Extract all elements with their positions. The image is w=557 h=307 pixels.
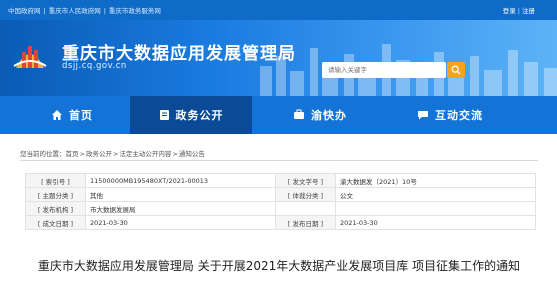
doc-no-value: 渝大数据发〔2021〕10号 [335,173,536,188]
published-date-value: 2021-03-30 [335,215,536,230]
subject-value: 其他 [85,187,276,202]
article-title: 重庆市大数据应用发展管理局 关于开展2021年大数据产业发展项目库 项目征集工作… [37,259,521,273]
main-nav: 首页 政务公开 渝快办 互动交流 [0,96,557,134]
top-link-service[interactable]: 重庆市政务服务网 [109,7,161,15]
genre-label: [ 体裁分类 ] [275,187,336,202]
top-link-separator: | [103,7,106,15]
site-logo-icon[interactable] [12,36,48,72]
created-date-label: [ 成文日期 ] [25,215,86,230]
home-icon [52,110,62,120]
breadcrumb-prefix: 您当前的位置： [20,150,66,158]
header-banner: 重庆市大数据应用发展管理局 dsjj.cq.gov.cn [0,20,557,96]
published-date-label: [ 发布日期 ] [275,215,336,230]
breadcrumb-item-gov-affairs[interactable]: 政务公开 [86,150,112,158]
quick-service-icon [294,109,304,119]
register-link[interactable]: 注册 [522,7,535,15]
nav-item-quick-service[interactable]: 渝快办 [260,96,380,134]
breadcrumb-item-notices[interactable]: 通知公告 [179,150,205,158]
nav-item-home[interactable]: 首页 [22,96,122,134]
document-icon [159,110,169,120]
site-domain: dsjj.cq.gov.cn [62,61,127,71]
issuer-value: 市大数据发展局 [85,201,276,216]
nav-item-label: 首页 [69,109,93,122]
nav-item-label: 渝快办 [311,109,347,122]
genre-value: 公文 [335,187,536,202]
document-meta-table: [ 索引号 ] 11500000MB195480XT/2021-00013 [ … [25,173,536,230]
top-link-gov-cn[interactable]: 中国政府网 [8,7,41,15]
login-link[interactable]: 登录 [503,7,516,15]
doc-no-label: [ 发文字号 ] [275,173,336,188]
nav-item-gov-affairs[interactable]: 政务公开 [130,96,252,134]
issuer-label: [ 发布机构 ] [25,201,86,216]
search-icon [451,65,461,75]
breadcrumb-item-statutory[interactable]: 法定主动公开内容 [119,150,171,158]
index-no-label: [ 索引号 ] [25,173,86,188]
search-button[interactable] [447,62,465,78]
nav-item-label: 互动交流 [435,109,483,122]
breadcrumb-divider [20,160,538,161]
empty-cell [275,201,336,216]
breadcrumb-separator: > [112,150,119,158]
nav-item-interaction[interactable]: 互动交流 [385,96,515,134]
table-row: [ 发布机构 ] 市大数据发展局 [25,201,536,216]
table-row: [ 主题分类 ] 其他 [ 体裁分类 ] 公文 [25,187,536,202]
table-row: [ 成文日期 ] 2021-03-30 [ 发布日期 ] 2021-03-30 [25,215,536,230]
user-links: 登录 | 注册 [503,5,535,15]
breadcrumb-separator: > [79,150,85,158]
top-links: 中国政府网 | 重庆市人民政府网 | 重庆市政务服务网 [8,5,161,15]
subject-label: [ 主题分类 ] [25,187,86,202]
table-row: [ 索引号 ] 11500000MB195480XT/2021-00013 [ … [25,173,536,188]
chat-icon [418,111,428,120]
top-bar: 中国政府网 | 重庆市人民政府网 | 重庆市政务服务网 登录 | 注册 [0,0,557,20]
index-no-value: 11500000MB195480XT/2021-00013 [85,173,276,188]
nav-item-label: 政务公开 [175,109,224,122]
breadcrumb: 您当前的位置：首页>政务公开>法定主动公开内容>通知公告 [20,148,205,158]
top-link-separator: | [43,7,46,15]
empty-cell [335,201,536,216]
user-link-separator: | [517,7,520,15]
top-link-cq-gov[interactable]: 重庆市人民政府网 [49,7,101,15]
breadcrumb-separator: > [172,150,178,158]
search-input[interactable] [322,62,446,78]
created-date-value: 2021-03-30 [85,215,276,230]
breadcrumb-item-home[interactable]: 首页 [66,150,79,158]
